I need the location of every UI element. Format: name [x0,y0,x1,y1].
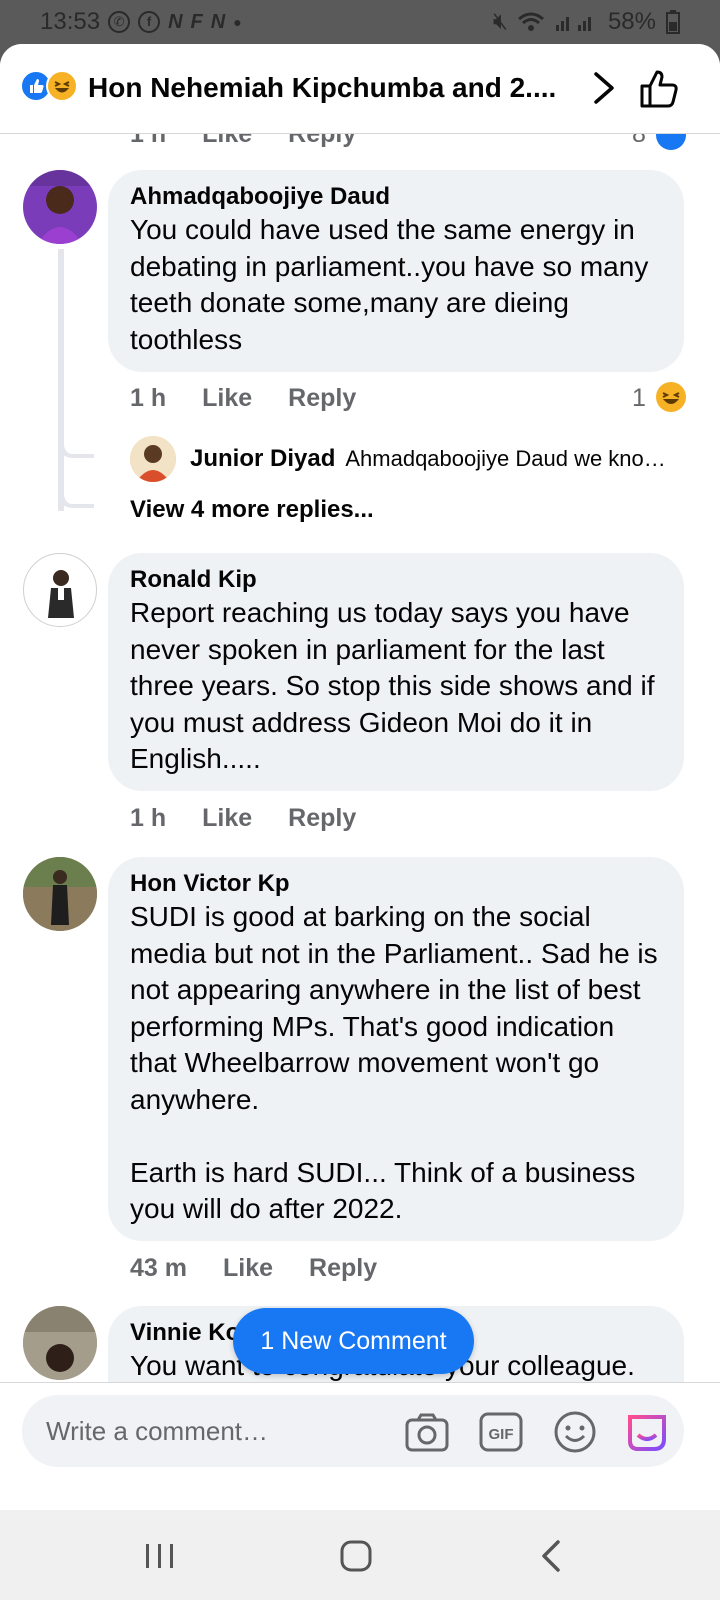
comments-sheet: Hon Nehemiah Kipchumba and 2.... 1 h Lik… [0,44,720,1510]
comment-bubble[interactable]: Ahmadqaboojiye Daud You could have used … [108,170,684,372]
like-button[interactable]: Like [223,1254,273,1283]
facebook-icon: f [138,11,161,33]
recent-apps-icon[interactable] [138,1534,182,1578]
like-button[interactable]: Like [202,384,252,413]
news-app-icon: F [190,10,203,33]
svg-text:GIF: GIF [489,1426,514,1443]
thread-line [58,249,64,511]
new-comment-button[interactable]: 1 New Comment [233,1308,474,1374]
comment-time: 1 h [130,384,167,412]
status-time: 13:53 [40,8,101,35]
reaction-count: 1 [632,384,646,412]
haha-reaction-icon[interactable] [656,382,686,412]
comment-author[interactable]: Ahmadqaboojiye Daud [130,182,662,212]
signal-icon [555,17,591,31]
reaction-summary[interactable] [20,70,84,104]
comment-time: 43 m [130,1254,187,1282]
comment-bubble[interactable]: Hon Victor Kp SUDI is good at barking on… [108,857,684,1241]
view-more-replies-link[interactable]: View 4 more replies... [130,496,374,524]
gif-icon[interactable]: GIF [478,1409,524,1455]
home-icon[interactable] [334,1534,378,1578]
comment-text: You could have used the same energy in d… [130,214,657,355]
battery-icon [666,10,680,34]
avatar-sticker-icon[interactable] [624,1409,670,1455]
chevron-right-icon[interactable] [584,68,624,108]
battery-level: 58% [607,8,656,35]
comment-author[interactable]: Hon Victor Kp [130,869,662,899]
avatar[interactable] [23,857,97,931]
comment-composer-bar: GIF [0,1382,720,1510]
system-nav-bar [0,1510,720,1600]
avatar[interactable] [130,436,176,482]
avatar[interactable] [23,1306,97,1380]
post-header: Hon Nehemiah Kipchumba and 2.... [0,44,720,134]
comment-input[interactable] [46,1415,386,1447]
reply-text: Ahmadqaboojiye Daud we kno… [345,446,666,471]
comment-time: 1 h [130,804,167,832]
thumbs-up-icon[interactable] [638,66,684,112]
reply-button[interactable]: Reply [309,1254,377,1283]
news-icon: N [168,10,183,33]
comment-composer[interactable]: GIF [22,1395,684,1467]
comment-author[interactable]: Ronald Kip [130,565,662,595]
reply-button[interactable]: Reply [288,384,356,413]
whatsapp-icon: ✆ [108,11,131,33]
comment-bubble[interactable]: Ronald Kip Report reaching us today says… [108,553,684,791]
like-button[interactable]: Like [202,804,252,833]
mute-icon: 🔇︎ [492,8,508,35]
post-title[interactable]: Hon Nehemiah Kipchumba and 2.... [88,72,556,104]
avatar[interactable] [23,553,97,627]
back-icon[interactable] [530,1534,574,1578]
reply-button[interactable]: Reply [288,804,356,833]
news-icon-2: N [210,10,226,33]
more-notifications-icon: ● [233,14,242,30]
status-bar: 13:53 ✆ f N F N ● 🔇︎ 58% [0,0,720,44]
haha-reaction-icon [46,70,78,102]
emoji-icon[interactable] [552,1409,598,1455]
comment-text: SUDI is good at barking on the social me… [130,901,658,1224]
comment-text: Report reaching us today says you have n… [130,597,663,774]
avatar[interactable] [23,170,97,244]
wifi-icon [517,12,544,31]
reply-preview[interactable]: Junior Diyad Ahmadqaboojiye Daud we kno… [130,436,666,482]
reply-author[interactable]: Junior Diyad [190,445,335,473]
camera-icon[interactable] [404,1409,450,1455]
